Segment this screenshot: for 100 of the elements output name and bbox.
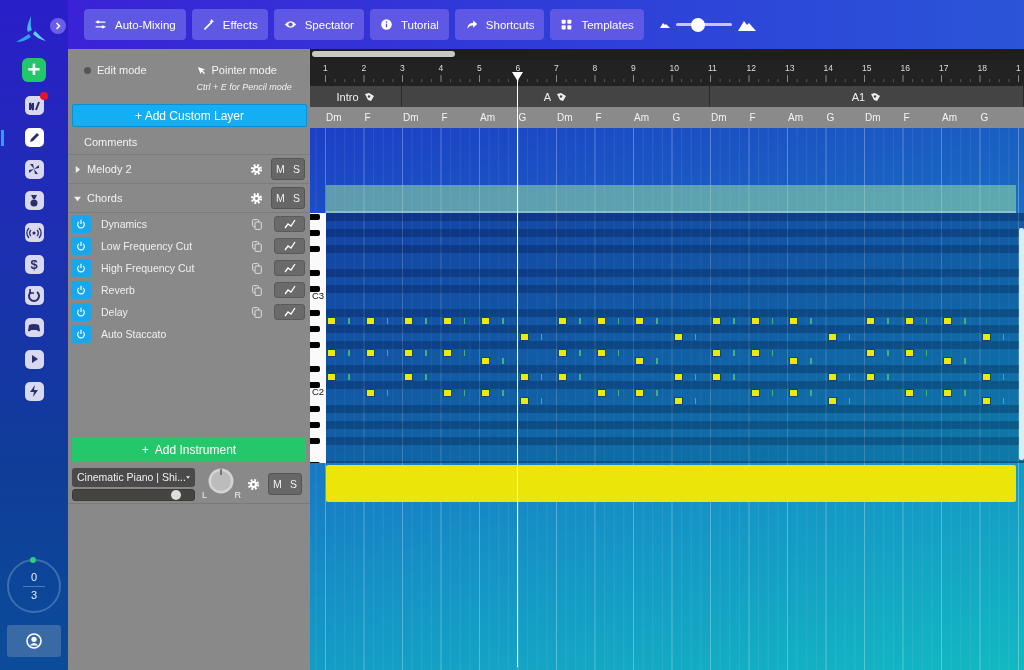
note[interactable] — [827, 333, 837, 341]
note[interactable] — [943, 357, 952, 365]
chord-label[interactable]: F — [595, 112, 602, 123]
note[interactable] — [442, 349, 452, 357]
scrollbar-thumb[interactable] — [1019, 228, 1024, 460]
note[interactable] — [904, 349, 914, 357]
note[interactable] — [750, 317, 760, 325]
chord-label[interactable]: Am — [788, 112, 803, 123]
note[interactable] — [866, 349, 875, 357]
instrument-dropdown[interactable]: Cinematic Piano | Shi... — [72, 467, 195, 487]
sidebar-button[interactable] — [24, 381, 44, 401]
add-button[interactable]: + — [22, 58, 46, 82]
automation-button[interactable] — [274, 260, 305, 276]
sidebar-button[interactable] — [24, 159, 44, 179]
note[interactable] — [635, 389, 644, 397]
chord-label[interactable]: G — [672, 112, 681, 123]
toolbar-button[interactable]: Effects — [191, 9, 268, 40]
note[interactable] — [481, 317, 490, 325]
chord-label[interactable]: Dm — [711, 112, 727, 123]
sidebar-button[interactable] — [24, 318, 44, 338]
note[interactable] — [558, 349, 567, 357]
note[interactable] — [635, 357, 644, 365]
note[interactable] — [866, 373, 875, 381]
note[interactable] — [519, 333, 529, 341]
note[interactable] — [789, 389, 798, 397]
automation-button[interactable] — [274, 282, 305, 298]
note[interactable] — [596, 389, 606, 397]
power-toggle[interactable] — [71, 325, 91, 343]
note[interactable] — [519, 373, 529, 381]
note[interactable] — [981, 373, 991, 381]
instrument-clip[interactable] — [326, 465, 1016, 502]
solo-button[interactable]: S — [292, 163, 300, 175]
note[interactable] — [519, 397, 529, 405]
solo-button[interactable]: S — [292, 192, 300, 204]
note[interactable] — [750, 389, 760, 397]
solo-button[interactable]: S — [289, 478, 297, 490]
chord-label[interactable]: Dm — [403, 112, 419, 123]
note[interactable] — [481, 357, 490, 365]
note[interactable] — [596, 349, 606, 357]
expand-toggle[interactable] — [73, 165, 81, 173]
layer-clip[interactable] — [326, 185, 1016, 213]
chord-label[interactable]: Am — [634, 112, 649, 123]
power-toggle[interactable] — [71, 215, 91, 233]
note[interactable] — [712, 373, 721, 381]
zoom-slider[interactable] — [675, 17, 732, 32]
sidebar-button[interactable] — [24, 223, 44, 243]
note[interactable] — [827, 397, 837, 405]
chord-label[interactable]: F — [364, 112, 371, 123]
note[interactable] — [943, 389, 952, 397]
add-instrument-button[interactable]: + Add Instrument — [72, 437, 306, 462]
note[interactable] — [673, 397, 683, 405]
note[interactable] — [365, 349, 375, 357]
note[interactable] — [365, 389, 375, 397]
mode-option[interactable]: Edit mode — [84, 63, 147, 77]
expand-toggle[interactable] — [73, 194, 81, 202]
note[interactable] — [327, 373, 336, 381]
power-toggle[interactable] — [71, 259, 91, 277]
note[interactable] — [981, 397, 991, 405]
note[interactable] — [404, 317, 413, 325]
layer-name[interactable]: Comments — [84, 136, 138, 148]
layer-name[interactable]: Chords — [87, 192, 244, 204]
note[interactable] — [943, 317, 952, 325]
note[interactable] — [712, 349, 721, 357]
toolbar-button[interactable]: Shortcuts — [454, 9, 545, 40]
profile-button[interactable] — [7, 625, 61, 657]
scrollbar-thumb[interactable] — [312, 51, 455, 57]
note[interactable] — [981, 333, 991, 341]
note[interactable] — [635, 317, 644, 325]
automation-button[interactable] — [274, 238, 305, 254]
chord-label[interactable]: F — [903, 112, 910, 123]
chord-label[interactable]: G — [826, 112, 835, 123]
note[interactable] — [404, 373, 413, 381]
note[interactable] — [750, 349, 760, 357]
note[interactable] — [558, 373, 567, 381]
chord-label[interactable]: Dm — [326, 112, 342, 123]
chord-label[interactable]: Am — [480, 112, 495, 123]
note[interactable] — [904, 389, 914, 397]
note[interactable] — [404, 349, 413, 357]
slider-thumb[interactable] — [691, 17, 706, 32]
sidebar-button[interactable] — [24, 286, 44, 306]
automation-button[interactable] — [274, 304, 305, 320]
automation-button[interactable] — [274, 216, 305, 232]
note[interactable] — [712, 317, 721, 325]
sidebar-button[interactable] — [24, 128, 44, 148]
slider-thumb[interactable] — [170, 489, 181, 500]
chord-label[interactable]: F — [441, 112, 448, 123]
chord-label[interactable]: Dm — [865, 112, 881, 123]
sidebar-button[interactable] — [24, 191, 44, 211]
sidebar-button[interactable] — [24, 349, 44, 369]
note[interactable] — [365, 317, 375, 325]
chord-label[interactable]: F — [749, 112, 756, 123]
note[interactable] — [327, 317, 336, 325]
note[interactable] — [904, 317, 914, 325]
note[interactable] — [327, 349, 336, 357]
power-toggle[interactable] — [71, 237, 91, 255]
note[interactable] — [442, 317, 452, 325]
toolbar-button[interactable]: Spectator — [273, 9, 364, 40]
chord-label[interactable]: G — [518, 112, 527, 123]
note[interactable] — [442, 389, 452, 397]
volume-slider[interactable] — [72, 488, 195, 501]
